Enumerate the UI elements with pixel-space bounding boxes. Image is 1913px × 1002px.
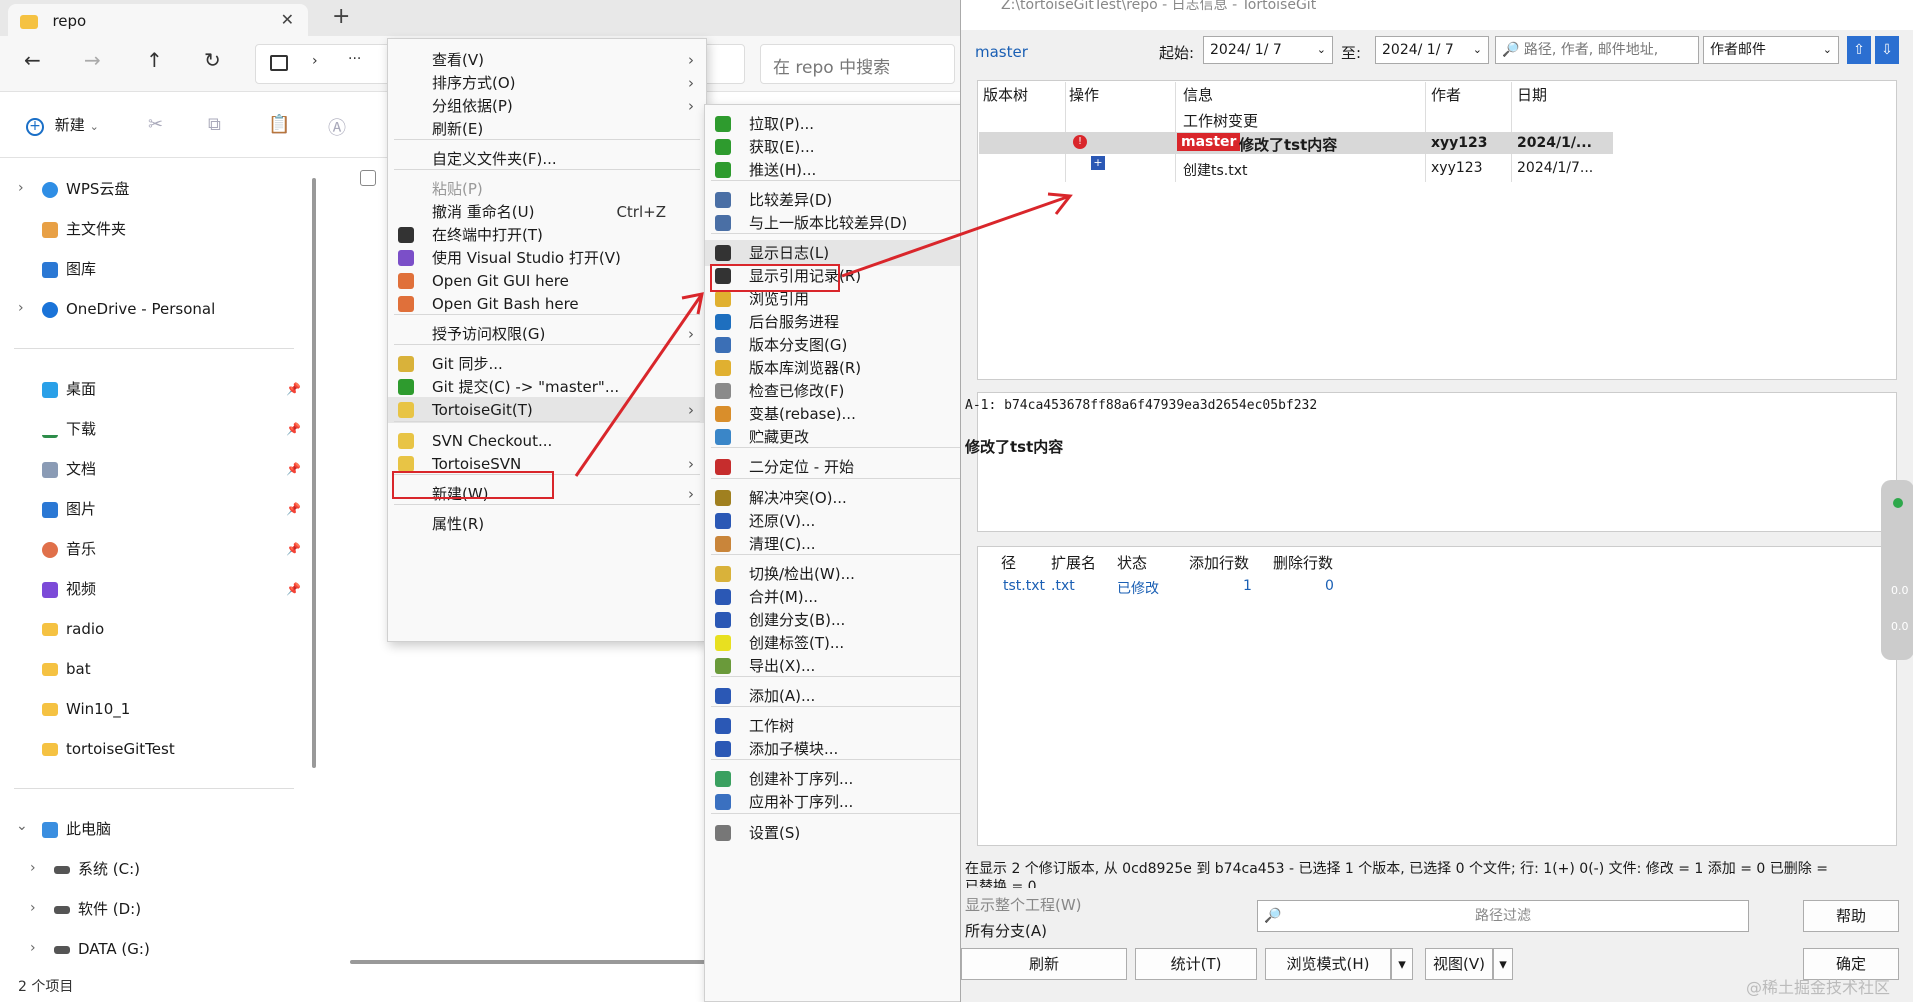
arrow-line — [574, 293, 704, 477]
annotation-arrows — [574, 192, 1073, 477]
watermark: @稀土掘金技术社区 — [1746, 978, 1891, 997]
arrow-line — [841, 194, 1071, 278]
